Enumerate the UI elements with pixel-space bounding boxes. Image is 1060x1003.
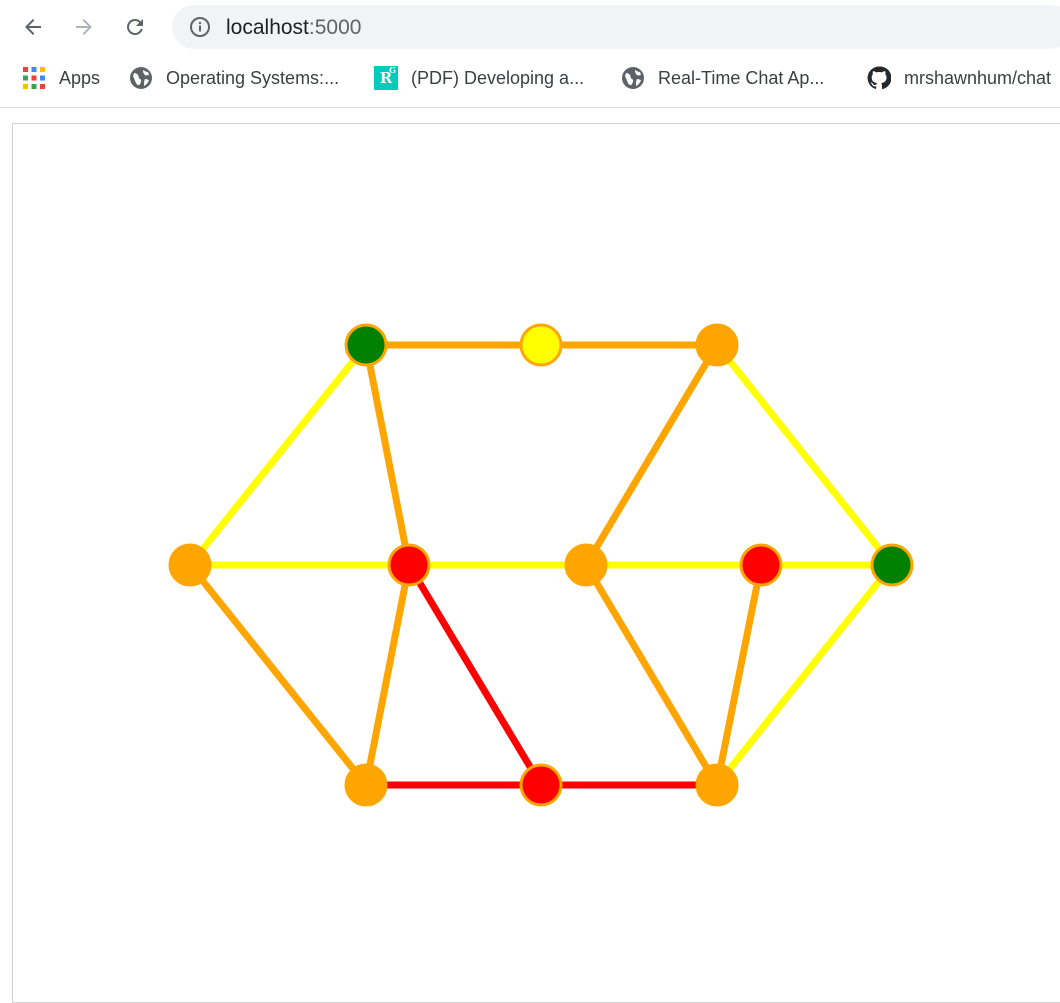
bookmark-label: Apps	[59, 67, 101, 88]
researchgate-icon: RG	[374, 65, 398, 90]
graph-edge-n5-n10	[582, 561, 721, 789]
graph-node-n2[interactable]	[519, 323, 563, 367]
bookmark-real-time-chat[interactable]: Real-Time Chat Ap...	[621, 60, 824, 96]
github-icon	[867, 66, 891, 90]
bookmark-pdf-developing[interactable]: RG (PDF) Developing a...	[374, 60, 584, 96]
bookmark-github-chat[interactable]: mrshawnhum/chat	[867, 60, 1051, 96]
url-host: localhost	[226, 16, 309, 39]
graph-node-n0[interactable]	[168, 543, 212, 587]
graph-canvas	[168, 323, 914, 807]
back-button[interactable]	[16, 10, 50, 44]
browser-toolbar: localhost:5000 Apps Operating Systems:..…	[0, 0, 1060, 108]
info-icon[interactable]	[188, 15, 212, 39]
graph-edge-n7-n10	[713, 561, 896, 789]
graph-edge-n4-n8	[362, 561, 413, 789]
bookmark-label: (PDF) Developing a...	[411, 67, 585, 88]
globe-icon	[129, 66, 153, 90]
bookmark-label: Real-Time Chat Ap...	[658, 67, 825, 88]
graph-node-n3[interactable]	[695, 323, 739, 367]
graph-node-n9[interactable]	[519, 763, 563, 807]
reload-icon	[123, 15, 147, 39]
bookmarks-bar: Apps Operating Systems:... RG (PDF) Deve…	[0, 60, 1060, 96]
graph-node-n7[interactable]	[870, 543, 914, 587]
graph-node-n1[interactable]	[344, 323, 388, 367]
apps-grid-icon	[22, 66, 46, 90]
arrow-right-icon	[72, 15, 96, 39]
forward-button[interactable]	[67, 10, 101, 44]
graph-edge-n0-n1	[186, 341, 370, 569]
url-text: localhost:5000	[226, 16, 361, 40]
address-bar[interactable]: localhost:5000	[172, 5, 1060, 49]
graph-edge-n3-n7	[713, 341, 896, 569]
bookmark-operating-systems[interactable]: Operating Systems:...	[129, 60, 339, 96]
graph-edge-n0-n8	[186, 561, 370, 789]
arrow-left-icon	[21, 15, 45, 39]
page-viewport	[0, 108, 1060, 1003]
edges-layer	[186, 341, 896, 789]
graph-node-n4[interactable]	[387, 543, 431, 587]
reload-button[interactable]	[118, 10, 152, 44]
graph-edge-n4-n9	[405, 561, 545, 789]
graph-node-n8[interactable]	[344, 763, 388, 807]
bookmark-label: mrshawnhum/chat	[904, 67, 1052, 88]
graph-node-n10[interactable]	[695, 763, 739, 807]
graph-node-n5[interactable]	[564, 543, 608, 587]
graph-edge-n3-n5	[582, 341, 721, 569]
graph-node-n6[interactable]	[739, 543, 783, 587]
bookmark-label: Operating Systems:...	[166, 67, 340, 88]
bookmark-apps[interactable]: Apps	[22, 60, 100, 96]
graph-edge-n1-n4	[362, 341, 413, 569]
globe-icon	[621, 66, 645, 90]
url-port: :5000	[308, 16, 362, 39]
